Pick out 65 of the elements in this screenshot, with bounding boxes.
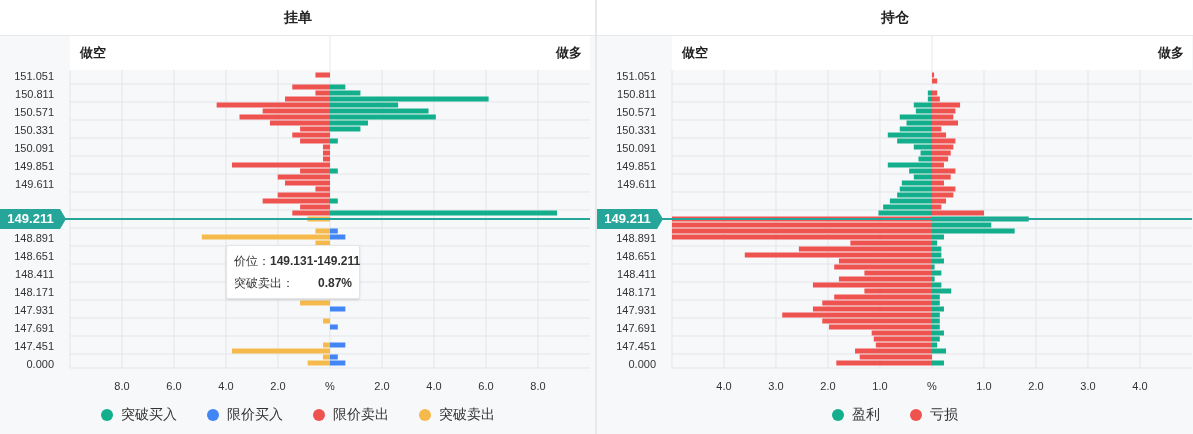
x-axis-label: 2.0 xyxy=(270,379,286,392)
x-axis-label: % xyxy=(927,379,937,392)
y-axis-label: 149.611 xyxy=(617,177,656,190)
y-axis-label: 149.851 xyxy=(616,159,656,172)
x-axis-label: 4.0 xyxy=(1132,379,1148,392)
y-axis-label: 147.691 xyxy=(616,321,656,334)
y-axis-label: 148.411 xyxy=(617,267,656,280)
x-axis-label: 1.0 xyxy=(976,379,992,392)
y-axis-label: 150.331 xyxy=(616,123,656,136)
x-axis-label: 6.0 xyxy=(478,379,494,392)
y-axis-label: 147.451 xyxy=(616,339,656,352)
y-axis-label: 148.171 xyxy=(616,285,656,298)
x-axis-label: 1.0 xyxy=(872,379,888,392)
y-axis-label: 148.651 xyxy=(14,249,54,262)
y-axis-label: 147.931 xyxy=(616,303,656,316)
x-axis-label: 4.0 xyxy=(218,379,234,392)
legend-label[interactable]: 限价卖出 xyxy=(332,404,389,425)
y-axis-label: 150.331 xyxy=(14,123,54,136)
x-axis-label: 3.0 xyxy=(768,379,784,392)
current-price-tag: 149.211 xyxy=(597,209,663,229)
y-axis-label: 147.931 xyxy=(14,303,54,316)
legend-label[interactable]: 限价买入 xyxy=(226,404,283,425)
tooltip-label: 突破卖出： xyxy=(234,275,294,292)
y-axis-label: 149.611 xyxy=(15,177,54,190)
y-axis-label: 149.851 xyxy=(14,159,54,172)
legend-label[interactable]: 突破买入 xyxy=(120,404,177,425)
legend-label[interactable]: 亏损 xyxy=(930,404,958,425)
x-axis-label: 8.0 xyxy=(114,379,130,392)
bar xyxy=(315,72,330,78)
y-axis-label: 148.891 xyxy=(616,231,656,244)
x-axis-label: % xyxy=(325,379,335,392)
short-side-label: 做空 xyxy=(682,45,708,61)
y-axis-label: 0.000 xyxy=(26,357,54,370)
long-side-label: 做多 xyxy=(556,45,582,61)
y-axis-label: 148.171 xyxy=(14,285,54,298)
y-axis-label: 148.891 xyxy=(14,231,54,244)
y-axis-label: 148.651 xyxy=(616,249,656,262)
y-axis-label: 150.571 xyxy=(14,105,54,118)
x-axis-label: 2.0 xyxy=(820,379,836,392)
y-axis-label: 150.571 xyxy=(616,105,656,118)
x-axis-label: 4.0 xyxy=(426,379,442,392)
legend-label[interactable]: 突破卖出 xyxy=(438,404,495,425)
y-axis-label: 0.000 xyxy=(628,357,656,370)
y-axis-label: 150.811 xyxy=(617,87,656,100)
y-axis-label: 150.091 xyxy=(14,141,54,154)
current-price-tag: 149.211 xyxy=(0,209,66,229)
short-side-label: 做空 xyxy=(80,45,106,61)
x-axis-label: 3.0 xyxy=(1080,379,1096,392)
y-axis-label: 151.051 xyxy=(14,69,54,82)
y-axis-label: 147.451 xyxy=(14,339,54,352)
legend-label[interactable]: 盈利 xyxy=(852,404,880,425)
tooltip-label: 价位： xyxy=(234,253,270,270)
y-axis-label: 151.051 xyxy=(616,69,656,82)
long-side-label: 做多 xyxy=(1158,45,1184,61)
y-axis-label: 148.411 xyxy=(15,267,54,280)
x-axis-label: 2.0 xyxy=(1028,379,1044,392)
x-axis-label: 4.0 xyxy=(716,379,732,392)
x-axis-label: 8.0 xyxy=(530,379,546,392)
tooltip-value: 0.87% xyxy=(317,275,352,292)
x-axis-label: 2.0 xyxy=(374,379,390,392)
y-axis-label: 150.811 xyxy=(15,87,54,100)
y-axis-label: 147.691 xyxy=(14,321,54,334)
y-axis-label: 150.091 xyxy=(616,141,656,154)
x-axis-label: 6.0 xyxy=(166,379,182,392)
tooltip-value: 149.131-149.211 xyxy=(270,253,361,270)
